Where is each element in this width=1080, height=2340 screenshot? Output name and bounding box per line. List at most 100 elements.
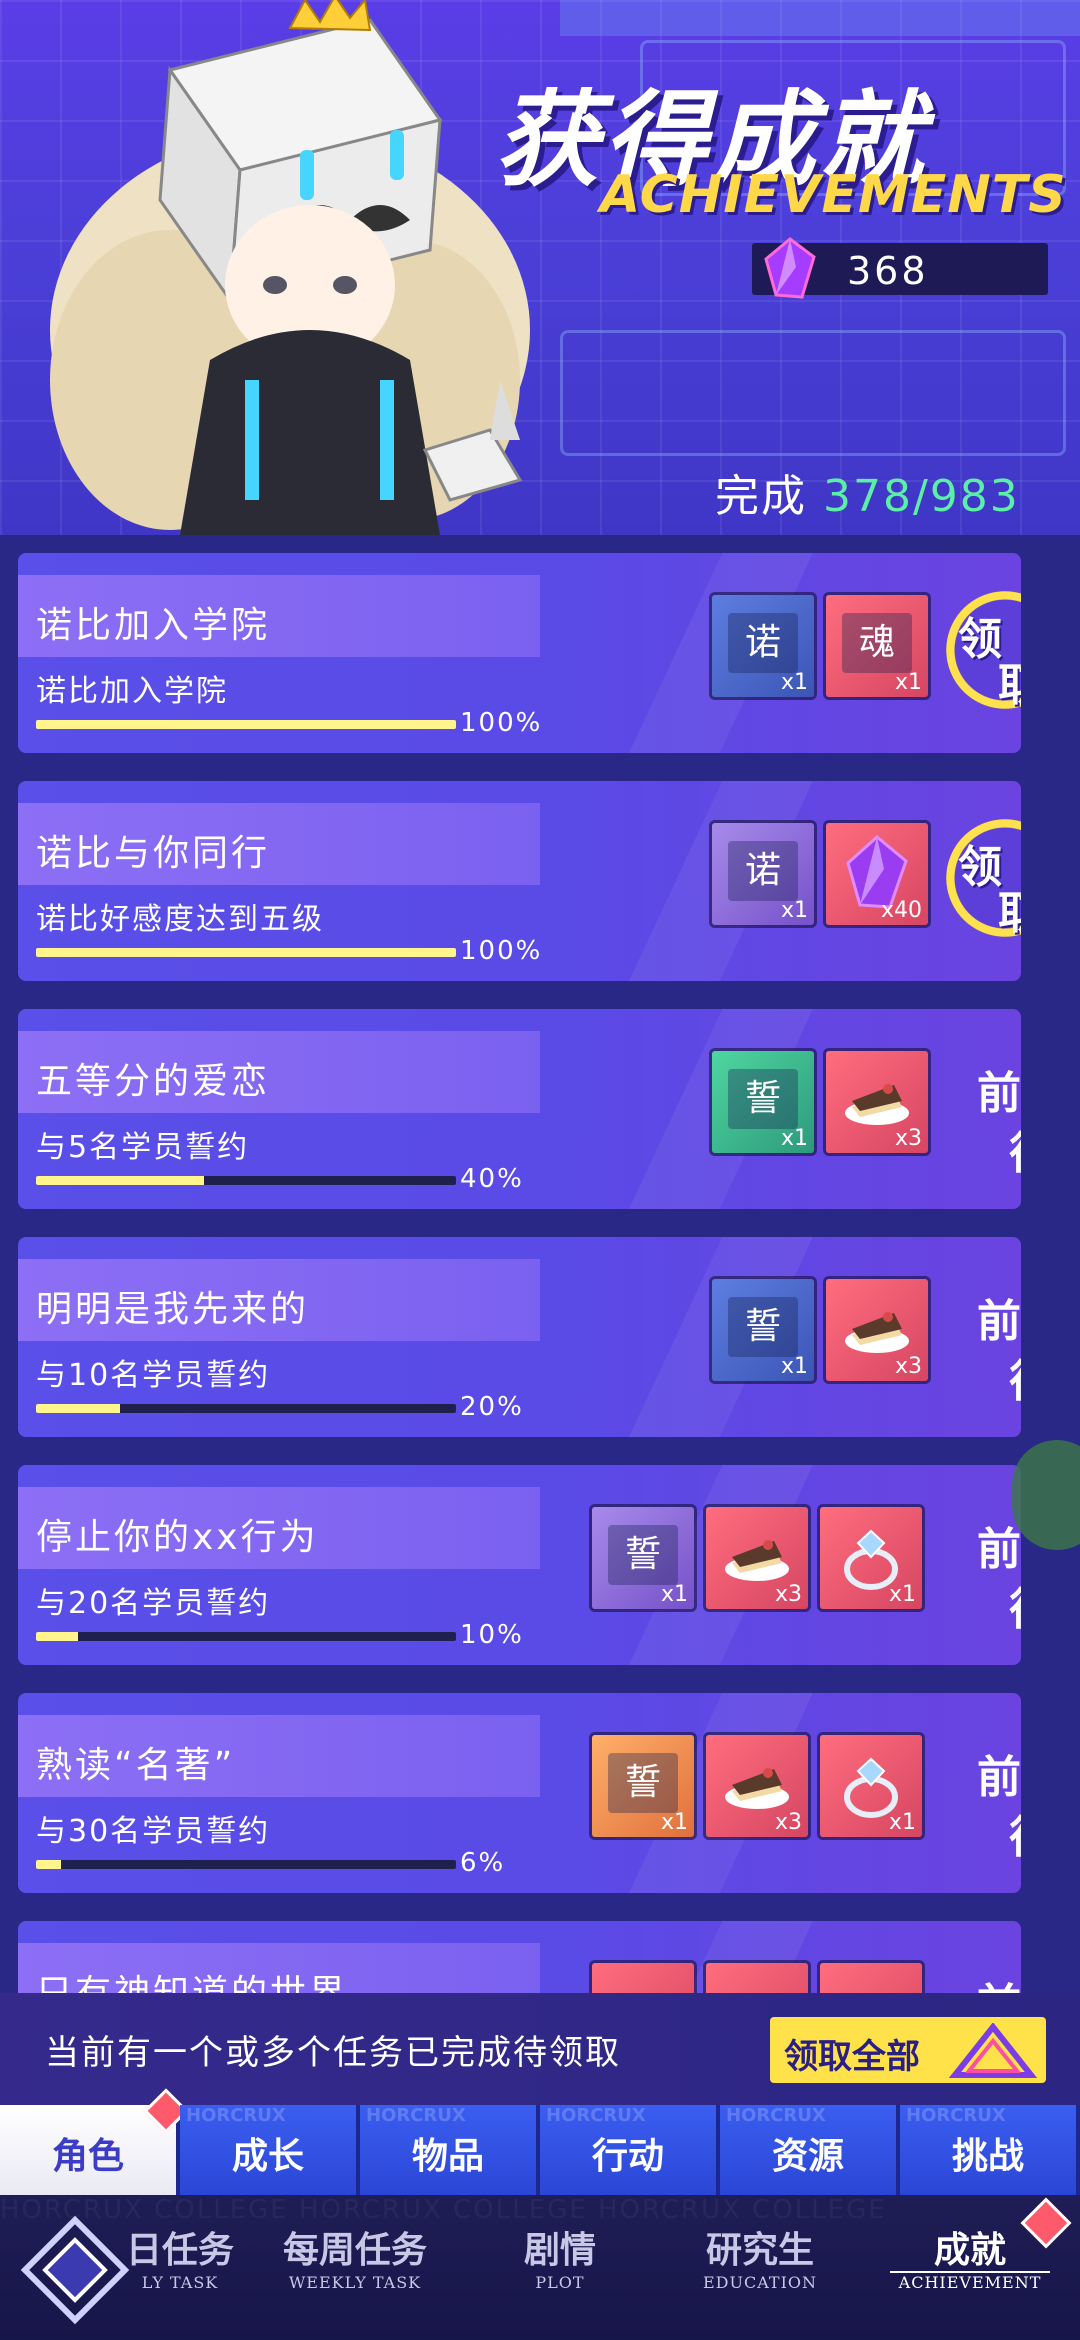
reward-item[interactable]: 誓 x1	[592, 1507, 694, 1609]
reward-item[interactable]: 魂 x1	[826, 595, 928, 697]
achievement-description: 与10名学员誓约	[36, 1358, 271, 1393]
go-button[interactable]: » 前 往	[973, 1733, 1021, 1863]
reward-quantity: x1	[780, 1354, 808, 1379]
bottom-nav-item[interactable]: 每周任务 WEEKLY TASK	[265, 2221, 445, 2321]
achievement-list[interactable]: 诺比加入学院 诺比加入学院 100% 诺 x1 魂 x1 领 取 诺比与你同行 诺比好…	[0, 535, 1080, 1995]
achievement-card: 诺比与你同行 诺比好感度达到五级 100% 诺 x1 x40 领 取	[18, 781, 1021, 981]
reward-glyph: 魂	[842, 613, 912, 673]
reward-quantity: x3	[894, 1126, 922, 1151]
reward-glyph: 诺	[728, 613, 798, 673]
reward-item[interactable]	[820, 1963, 922, 1995]
reward-item[interactable]: 誓 x1	[712, 1279, 814, 1381]
category-tab[interactable]: HORCRUX 资源	[720, 2105, 900, 2195]
category-tab[interactable]: HORCRUX 物品	[360, 2105, 540, 2195]
tab-watermark: HORCRUX	[186, 2105, 286, 2126]
go-button[interactable]: » 前	[973, 1961, 1021, 1995]
tab-watermark: HORCRUX	[366, 2105, 466, 2126]
reward-quantity: x1	[660, 1582, 688, 1607]
character-illustration	[50, 0, 530, 535]
gem-count: 368	[847, 249, 929, 293]
achievement-progress-bar	[36, 1632, 456, 1641]
category-tab-label: 物品	[411, 2136, 484, 2177]
notice-text: 当前有一个或多个任务已完成待领取	[45, 2033, 621, 2073]
reward-glyph: 誓	[608, 1753, 678, 1813]
reward-quantity: x1	[780, 898, 808, 923]
tab-watermark: HORCRUX	[546, 2105, 646, 2126]
reward-item[interactable]: 诺 x1	[712, 823, 814, 925]
claim-button[interactable]: 领 取	[946, 819, 1021, 939]
bottom-nav-item[interactable]: 研究生 EDUCATION	[670, 2221, 850, 2321]
progress-fill	[36, 948, 456, 957]
go-label-1: 前	[977, 1752, 1021, 1803]
category-tab[interactable]: HORCRUX 挑战	[900, 2105, 1080, 2195]
achievement-title: 诺比加入学院	[36, 605, 271, 646]
go-label-2: 往	[1009, 1801, 1021, 1865]
category-tab-label: 挑战	[951, 2136, 1024, 2177]
achievement-card: 停止你的xx行为 与20名学员誓约 10% 誓x1 x3 x1» 前 往	[18, 1465, 1021, 1665]
achievement-card: 只有神知道的世界 » 前	[18, 1921, 1021, 1995]
reward-quantity: x40	[880, 898, 922, 923]
reward-item[interactable]: x1	[820, 1507, 922, 1609]
achievement-progress-bar	[36, 1176, 456, 1185]
category-tab[interactable]: HORCRUX 成长	[180, 2105, 360, 2195]
reward-quantity: x1	[888, 1810, 916, 1835]
reward-quantity: x1	[888, 1582, 916, 1607]
achievement-description: 与20名学员誓约	[36, 1586, 271, 1621]
reward-glyph: 誓	[728, 1297, 798, 1357]
reward-glyph: 誓	[608, 1525, 678, 1585]
category-tab-label: 角色	[51, 2136, 124, 2177]
reward-glyph: 诺	[728, 841, 798, 901]
reward-item[interactable]: x3	[706, 1507, 808, 1609]
achievement-percent: 20%	[460, 1392, 524, 1422]
page-subtitle: ACHIEVEMENTS	[600, 165, 1067, 225]
reward-item[interactable]: 誓 x1	[592, 1735, 694, 1837]
reward-item[interactable]: x1	[820, 1735, 922, 1837]
category-tabs: HORCRUX 角色 HORCRUX 成长 HORCRUX 物品 HORCRUX 行动…	[0, 2088, 1080, 2195]
pending-claim-notice: 当前有一个或多个任务已完成待领取 领取全部	[0, 1993, 1080, 2105]
go-button[interactable]: » 前 往	[973, 1505, 1021, 1635]
claim-all-button[interactable]: 领取全部	[770, 2017, 1046, 2083]
achievement-description: 诺比好感度达到五级	[36, 902, 324, 937]
achievement-percent: 10%	[460, 1620, 524, 1650]
achievement-progress-bar	[36, 948, 456, 957]
nav-sublabel: WEEKLY TASK	[288, 2273, 422, 2292]
reward-item[interactable]: 诺 x1	[712, 595, 814, 697]
nav-sublabel: LY TASK	[141, 2273, 219, 2292]
tab-watermark: HORCRUX	[6, 2105, 106, 2126]
claim-button[interactable]: 领 取	[946, 591, 1021, 711]
nav-label: 研究生	[705, 2230, 814, 2271]
category-tab-label: 成长	[231, 2136, 304, 2177]
bottom-nav-item[interactable]: 日任务 LY TASK	[90, 2221, 270, 2321]
go-label-1: 前	[977, 1296, 1021, 1347]
category-tab-label: 行动	[591, 2136, 664, 2177]
achievement-title: 五等分的爱恋	[36, 1061, 271, 1102]
bottom-navigation: HORCRUX COLLEGE HORCRUX COLLEGE HORCRUX …	[0, 2195, 1080, 2340]
tab-watermark: HORCRUX	[726, 2105, 826, 2126]
go-label-1: 前	[977, 1524, 1021, 1575]
go-button[interactable]: » 前 往	[973, 1049, 1021, 1179]
bottom-nav-item[interactable]: 剧情 PLOT	[470, 2221, 650, 2321]
reward-item[interactable]	[592, 1963, 694, 1995]
completion-progress: 完成 378/983	[715, 460, 1020, 524]
go-label-1: 前	[977, 1068, 1021, 1119]
reward-item[interactable]: x3	[826, 1051, 928, 1153]
go-label-2: 往	[1009, 1573, 1021, 1637]
nav-label: 日任务	[125, 2230, 234, 2271]
claim-label-2: 取	[998, 660, 1021, 711]
progress-fill	[36, 1176, 204, 1185]
achievement-progress-bar	[36, 720, 456, 729]
achievement-title: 明明是我先来的	[36, 1289, 310, 1330]
achievement-card: 五等分的爱恋 与5名学员誓约 40% 誓x1 x3 » 前 往	[18, 1009, 1021, 1209]
reward-item[interactable]: 誓 x1	[712, 1051, 814, 1153]
reward-item[interactable]: x40	[826, 823, 928, 925]
achievement-header: 获得成就 ACHIEVEMENTS 368 完成 378/983	[0, 0, 1080, 535]
category-tab[interactable]: HORCRUX 行动	[540, 2105, 720, 2195]
reward-item[interactable]: x3	[706, 1735, 808, 1837]
reward-quantity: x3	[894, 1354, 922, 1379]
go-button[interactable]: » 前 往	[973, 1277, 1021, 1407]
category-tab[interactable]: HORCRUX 角色	[0, 2088, 189, 2195]
tab-watermark: HORCRUX	[906, 2105, 1006, 2126]
reward-item[interactable]: x3	[826, 1279, 928, 1381]
reward-item[interactable]	[706, 1963, 808, 1995]
floating-side-handle[interactable]	[1012, 1440, 1080, 1550]
